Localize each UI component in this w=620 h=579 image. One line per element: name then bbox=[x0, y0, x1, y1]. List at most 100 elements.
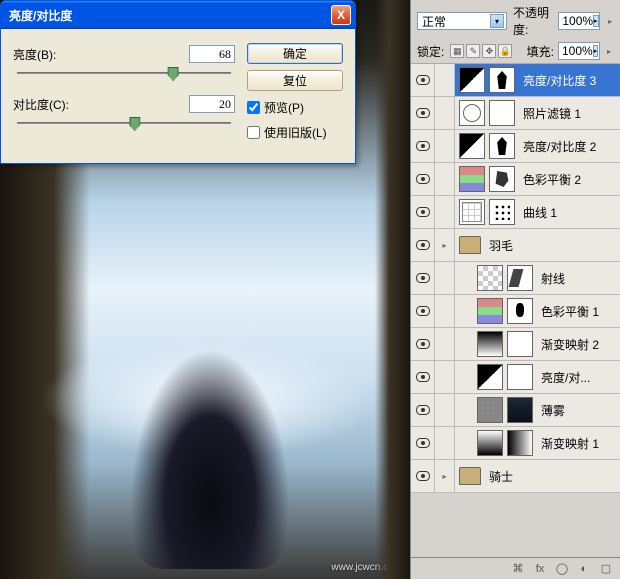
contrast-slider[interactable] bbox=[17, 117, 231, 131]
layer-thumbnail[interactable] bbox=[459, 133, 485, 159]
layer-visibility-toggle[interactable] bbox=[411, 394, 435, 426]
layer-visibility-toggle[interactable] bbox=[411, 427, 435, 459]
layer-link-col[interactable] bbox=[435, 196, 455, 228]
layer-name[interactable]: 骑士 bbox=[485, 468, 513, 485]
layer-visibility-toggle[interactable] bbox=[411, 361, 435, 393]
layer-link-col[interactable] bbox=[435, 130, 455, 162]
contrast-input[interactable] bbox=[189, 95, 235, 113]
layer-visibility-toggle[interactable] bbox=[411, 97, 435, 129]
layer-row[interactable]: 渐变映射 2 bbox=[411, 328, 620, 361]
layer-link-col[interactable] bbox=[435, 64, 455, 96]
layer-mask-thumbnail[interactable] bbox=[507, 430, 533, 456]
dialog-titlebar[interactable]: 亮度/对比度 X bbox=[1, 1, 355, 29]
layer-visibility-toggle[interactable] bbox=[411, 130, 435, 162]
layer-visibility-toggle[interactable] bbox=[411, 163, 435, 195]
layer-visibility-toggle[interactable] bbox=[411, 64, 435, 96]
layer-row[interactable]: 亮度/对比度 3 bbox=[411, 64, 620, 97]
layer-row[interactable]: 曲线 1 bbox=[411, 196, 620, 229]
layer-thumbnail[interactable] bbox=[477, 364, 503, 390]
layer-thumbnail[interactable] bbox=[477, 298, 503, 324]
layer-name[interactable]: 亮度/对比度 2 bbox=[519, 138, 596, 155]
layer-link-col[interactable] bbox=[435, 97, 455, 129]
layer-mask-thumbnail[interactable] bbox=[489, 166, 515, 192]
layer-mask-thumbnail[interactable] bbox=[489, 100, 515, 126]
lock-pixels-icon[interactable]: ✎ bbox=[466, 44, 480, 58]
lock-position-icon[interactable]: ✥ bbox=[482, 44, 496, 58]
layer-thumbnail[interactable] bbox=[459, 166, 485, 192]
layer-link-col[interactable] bbox=[435, 328, 455, 360]
layer-name[interactable]: 亮度/对... bbox=[537, 369, 590, 386]
new-adjustment-icon[interactable]: ◐ bbox=[576, 562, 592, 576]
layer-visibility-toggle[interactable] bbox=[411, 262, 435, 294]
layer-thumbnail[interactable] bbox=[477, 397, 503, 423]
preview-checkbox[interactable] bbox=[247, 101, 260, 114]
layer-link-col[interactable]: ▸ bbox=[435, 229, 455, 261]
layer-mask-thumbnail[interactable] bbox=[489, 67, 515, 93]
ok-button[interactable]: 确定 bbox=[247, 43, 343, 64]
expand-triangle-icon[interactable]: ▸ bbox=[442, 472, 446, 481]
layer-link-col[interactable]: ▸ bbox=[435, 460, 455, 492]
layer-mask-thumbnail[interactable] bbox=[507, 298, 533, 324]
opacity-input[interactable]: 100% ▸ bbox=[558, 12, 600, 30]
reset-button[interactable]: 复位 bbox=[247, 70, 343, 91]
preview-checkbox-row[interactable]: 预览(P) bbox=[247, 99, 343, 116]
new-group-icon[interactable]: ▢ bbox=[598, 562, 614, 576]
link-layers-icon[interactable]: ⌘ bbox=[510, 562, 526, 576]
layer-row[interactable]: 渐变映射 1 bbox=[411, 427, 620, 460]
panel-collapse-icon[interactable]: ▸ bbox=[604, 44, 614, 58]
layer-name[interactable]: 渐变映射 1 bbox=[537, 435, 599, 452]
add-mask-icon[interactable]: ◯ bbox=[554, 562, 570, 576]
dialog-close-button[interactable]: X bbox=[331, 5, 351, 25]
layer-mask-thumbnail[interactable] bbox=[507, 331, 533, 357]
legacy-checkbox[interactable] bbox=[247, 126, 260, 139]
panel-collapse-icon[interactable]: ▸ bbox=[606, 14, 614, 28]
layer-name[interactable]: 薄雾 bbox=[537, 402, 565, 419]
layer-row[interactable]: ▸ 骑士 bbox=[411, 460, 620, 493]
layer-link-col[interactable] bbox=[435, 394, 455, 426]
layer-mask-thumbnail[interactable] bbox=[507, 364, 533, 390]
layer-mask-thumbnail[interactable] bbox=[507, 397, 533, 423]
layer-name[interactable]: 色彩平衡 1 bbox=[537, 303, 599, 320]
layer-row[interactable]: 薄雾 bbox=[411, 394, 620, 427]
brightness-slider[interactable] bbox=[17, 67, 231, 81]
layer-name[interactable]: 羽毛 bbox=[485, 237, 513, 254]
lock-transparency-icon[interactable]: ▦ bbox=[450, 44, 464, 58]
layer-visibility-toggle[interactable] bbox=[411, 196, 435, 228]
layer-link-col[interactable] bbox=[435, 262, 455, 294]
layer-mask-thumbnail[interactable] bbox=[489, 199, 515, 225]
expand-triangle-icon[interactable]: ▸ bbox=[442, 241, 446, 250]
layer-row[interactable]: 亮度/对... bbox=[411, 361, 620, 394]
layer-thumbnail[interactable] bbox=[459, 67, 485, 93]
layer-row[interactable]: 照片滤镜 1 bbox=[411, 97, 620, 130]
layer-row[interactable]: 色彩平衡 1 bbox=[411, 295, 620, 328]
layer-row[interactable]: 射线 bbox=[411, 262, 620, 295]
layer-visibility-toggle[interactable] bbox=[411, 460, 435, 492]
layer-name[interactable]: 射线 bbox=[537, 270, 565, 287]
layer-fx-icon[interactable]: fx bbox=[532, 562, 548, 576]
layer-thumbnail[interactable] bbox=[477, 265, 503, 291]
lock-all-icon[interactable]: 🔒 bbox=[498, 44, 512, 58]
layer-link-col[interactable] bbox=[435, 427, 455, 459]
layer-mask-thumbnail[interactable] bbox=[507, 265, 533, 291]
contrast-slider-thumb[interactable] bbox=[129, 117, 140, 131]
layer-visibility-toggle[interactable] bbox=[411, 295, 435, 327]
layer-thumbnail[interactable] bbox=[477, 430, 503, 456]
layer-name[interactable]: 亮度/对比度 3 bbox=[519, 72, 596, 89]
layer-row[interactable]: 亮度/对比度 2 bbox=[411, 130, 620, 163]
layer-link-col[interactable] bbox=[435, 163, 455, 195]
layer-row[interactable]: 色彩平衡 2 bbox=[411, 163, 620, 196]
layer-list[interactable]: 亮度/对比度 3 照片滤镜 1 亮度/对比度 2 色彩平衡 2 曲线 1 ▸ 羽毛射线色彩平… bbox=[411, 64, 620, 557]
layer-link-col[interactable] bbox=[435, 361, 455, 393]
layer-row[interactable]: ▸ 羽毛 bbox=[411, 229, 620, 262]
legacy-checkbox-row[interactable]: 使用旧版(L) bbox=[247, 124, 343, 141]
layer-thumbnail[interactable] bbox=[459, 100, 485, 126]
layer-thumbnail[interactable] bbox=[477, 331, 503, 357]
layer-thumbnail[interactable] bbox=[459, 199, 485, 225]
layer-name[interactable]: 色彩平衡 2 bbox=[519, 171, 581, 188]
layer-name[interactable]: 照片滤镜 1 bbox=[519, 105, 581, 122]
layer-visibility-toggle[interactable] bbox=[411, 229, 435, 261]
brightness-input[interactable] bbox=[189, 45, 235, 63]
layer-name[interactable]: 渐变映射 2 bbox=[537, 336, 599, 353]
brightness-slider-thumb[interactable] bbox=[168, 67, 179, 81]
fill-input[interactable]: 100% ▸ bbox=[558, 42, 600, 60]
